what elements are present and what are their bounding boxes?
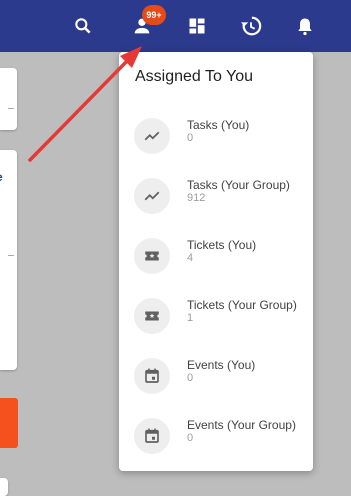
annotation-arrow [28, 46, 142, 162]
